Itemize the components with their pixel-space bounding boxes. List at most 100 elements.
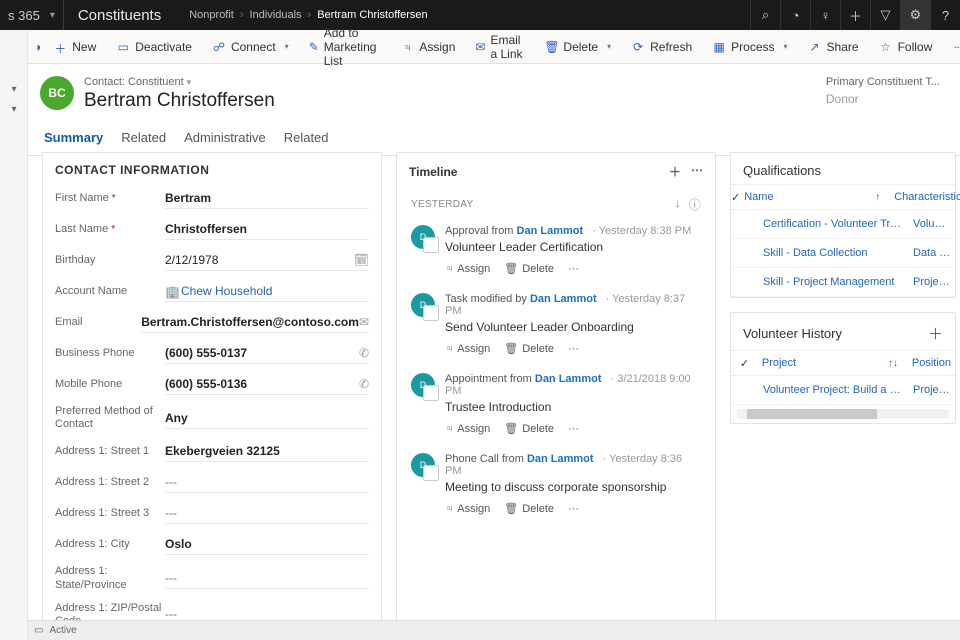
refresh-button[interactable]: ⟳Refresh (623, 30, 700, 64)
more-icon[interactable]: ⋯ (568, 422, 579, 435)
column-header-position[interactable]: Position (908, 351, 955, 375)
table-row[interactable]: Skill - Project ManagementProject Manage… (731, 268, 955, 297)
assign-action[interactable]: ♃Assign (445, 422, 490, 435)
mobile-phone-input[interactable]: (600) 555-0136✆ (165, 374, 369, 395)
task-icon[interactable]: ◔ (780, 0, 810, 30)
city-input[interactable]: Oslo (165, 534, 369, 555)
more-icon[interactable]: ⋯ (568, 262, 579, 275)
share-button[interactable]: ↗Share (800, 30, 867, 64)
plus-icon: ＋ (53, 40, 67, 54)
search-icon[interactable]: ⌕ (750, 0, 780, 30)
bulb-icon[interactable]: ♀ (810, 0, 840, 30)
field-label: Address 1: Street 2 (55, 476, 165, 489)
back-icon[interactable]: ◑ (34, 40, 41, 54)
gear-icon[interactable]: ⚙ (900, 0, 930, 30)
timeline-item[interactable]: DPhone Call from Dan Lammot · Yesterday … (397, 445, 715, 525)
plus-icon[interactable]: ＋ (840, 0, 870, 30)
preferred-method-select[interactable]: Any (165, 408, 369, 429)
chevron-down-icon[interactable]: ▾ (6, 104, 22, 115)
timeline-item[interactable]: DApproval from Dan Lammot · Yesterday 8:… (397, 217, 715, 285)
assign-action[interactable]: ♃Assign (445, 502, 490, 515)
contact-information-card: CONTACT INFORMATION First Name*Bertram L… (42, 152, 382, 640)
last-name-input[interactable]: Christoffersen (165, 219, 369, 240)
info-icon[interactable]: ⓘ (689, 196, 701, 213)
area-switcher[interactable]: Constituents (63, 0, 175, 30)
more-icon[interactable]: ⋯ (568, 502, 579, 515)
first-name-input[interactable]: Bertram (165, 188, 369, 209)
add-icon[interactable]: ＋ (928, 323, 943, 344)
delete-action[interactable]: 🗑Delete (504, 262, 554, 275)
add-marketing-list-button[interactable]: ✎Add to Marketing List (301, 30, 389, 64)
deactivate-button[interactable]: ▭Deactivate (108, 30, 200, 64)
qualification-characteristic[interactable]: Data Collection (909, 239, 955, 267)
delete-button[interactable]: 🗑Delete (536, 30, 619, 64)
timeline-item[interactable]: DTask modified by Dan Lammot · Yesterday… (397, 285, 715, 365)
delete-action[interactable]: 🗑Delete (504, 422, 554, 435)
email-input[interactable]: Bertram.Christoffersen@contoso.com✉ (141, 312, 369, 333)
phone-icon[interactable]: ✆ (359, 346, 369, 360)
more-icon[interactable]: ⋯ (691, 163, 703, 180)
timeline-item[interactable]: DAppointment from Dan Lammot · 3/21/2018… (397, 365, 715, 445)
birthday-input[interactable]: 2/12/1978🗓 (165, 250, 369, 271)
marketing-icon: ✎ (309, 40, 319, 54)
assign-button[interactable]: ♃Assign (392, 30, 463, 64)
sort-icon[interactable]: ↑↓ (888, 358, 904, 369)
street3-input[interactable]: --- (165, 503, 369, 524)
connect-button[interactable]: ☍Connect (204, 30, 297, 64)
email-link-button[interactable]: ✉Email a Link (467, 30, 532, 64)
activity-owner[interactable]: Dan Lammot (535, 373, 602, 385)
assign-action[interactable]: ♃Assign (445, 342, 490, 355)
record-header: BC Contact: Constituent▾ Bertram Christo… (0, 64, 960, 120)
activity-owner[interactable]: Dan Lammot (530, 293, 597, 305)
account-icon: 🏢 (165, 285, 177, 297)
column-header-name[interactable]: Name↑ (740, 185, 890, 209)
column-header-characteristic[interactable]: Characteristic (890, 185, 960, 209)
activity-prefix: Phone Call from (445, 453, 527, 465)
more-icon[interactable]: ⋯ (568, 342, 579, 355)
new-button[interactable]: ＋New (45, 30, 104, 64)
chevron-down-icon[interactable]: ▾ (50, 10, 55, 21)
assign-action[interactable]: ♃Assign (445, 262, 490, 275)
calendar-icon[interactable]: 🗓 (354, 253, 369, 267)
process-button[interactable]: ▦Process (704, 30, 795, 64)
business-phone-input[interactable]: (600) 555-0137✆ (165, 343, 369, 364)
avatar: BC (40, 76, 74, 110)
table-row[interactable]: Certification - Volunteer Training ...Vo… (731, 210, 955, 239)
street1-input[interactable]: Ekebergveien 32125 (165, 441, 369, 462)
project-name[interactable]: Volunteer Project: Build a House (759, 376, 909, 404)
horizontal-scrollbar[interactable] (737, 409, 949, 419)
check-icon[interactable]: ✓ (731, 357, 758, 370)
delete-action[interactable]: 🗑Delete (504, 502, 554, 515)
phone-icon[interactable]: ✆ (359, 377, 369, 391)
state-input[interactable]: --- (165, 568, 369, 589)
add-icon[interactable]: ＋ (669, 163, 681, 180)
filter-icon[interactable]: ▽ (870, 0, 900, 30)
activity-owner[interactable]: Dan Lammot (527, 453, 594, 465)
column-header-project[interactable]: Project↑↓ (758, 351, 908, 375)
breadcrumb-item[interactable]: Individuals (250, 9, 302, 21)
delete-action[interactable]: 🗑Delete (504, 342, 554, 355)
qualification-characteristic[interactable]: Project Manager (909, 268, 955, 296)
table-row[interactable]: Volunteer Project: Build a HouseProject … (731, 376, 955, 405)
flow-button[interactable]: ⇢Flow (944, 30, 960, 64)
follow-button[interactable]: ☆Follow (871, 30, 941, 64)
street2-input[interactable]: --- (165, 472, 369, 493)
sort-asc-icon[interactable]: ↑ (875, 192, 886, 203)
breadcrumb-item[interactable]: Nonprofit (189, 9, 234, 21)
breadcrumb: Nonprofit › Individuals › Bertram Christ… (175, 9, 427, 21)
record-type-label[interactable]: Contact: Constituent▾ (84, 76, 275, 88)
position-name[interactable]: Project M (909, 376, 955, 404)
email-icon[interactable]: ✉ (359, 315, 369, 329)
qualification-name[interactable]: Certification - Volunteer Training ... (759, 210, 909, 238)
field-label: Address 1: State/Province (55, 565, 165, 591)
account-name-lookup[interactable]: 🏢Chew Household (165, 281, 369, 302)
qualification-characteristic[interactable]: Volunteer Trainin (909, 210, 955, 238)
chevron-down-icon[interactable]: ▾ (6, 84, 22, 95)
qualification-name[interactable]: Skill - Project Management (759, 268, 909, 296)
qualification-name[interactable]: Skill - Data Collection (759, 239, 909, 267)
activity-owner[interactable]: Dan Lammot (517, 225, 584, 237)
check-icon[interactable]: ✓ (731, 191, 740, 204)
table-row[interactable]: Skill - Data CollectionData Collection (731, 239, 955, 268)
download-icon[interactable]: ↓ (674, 196, 680, 213)
help-icon[interactable]: ? (930, 0, 960, 30)
